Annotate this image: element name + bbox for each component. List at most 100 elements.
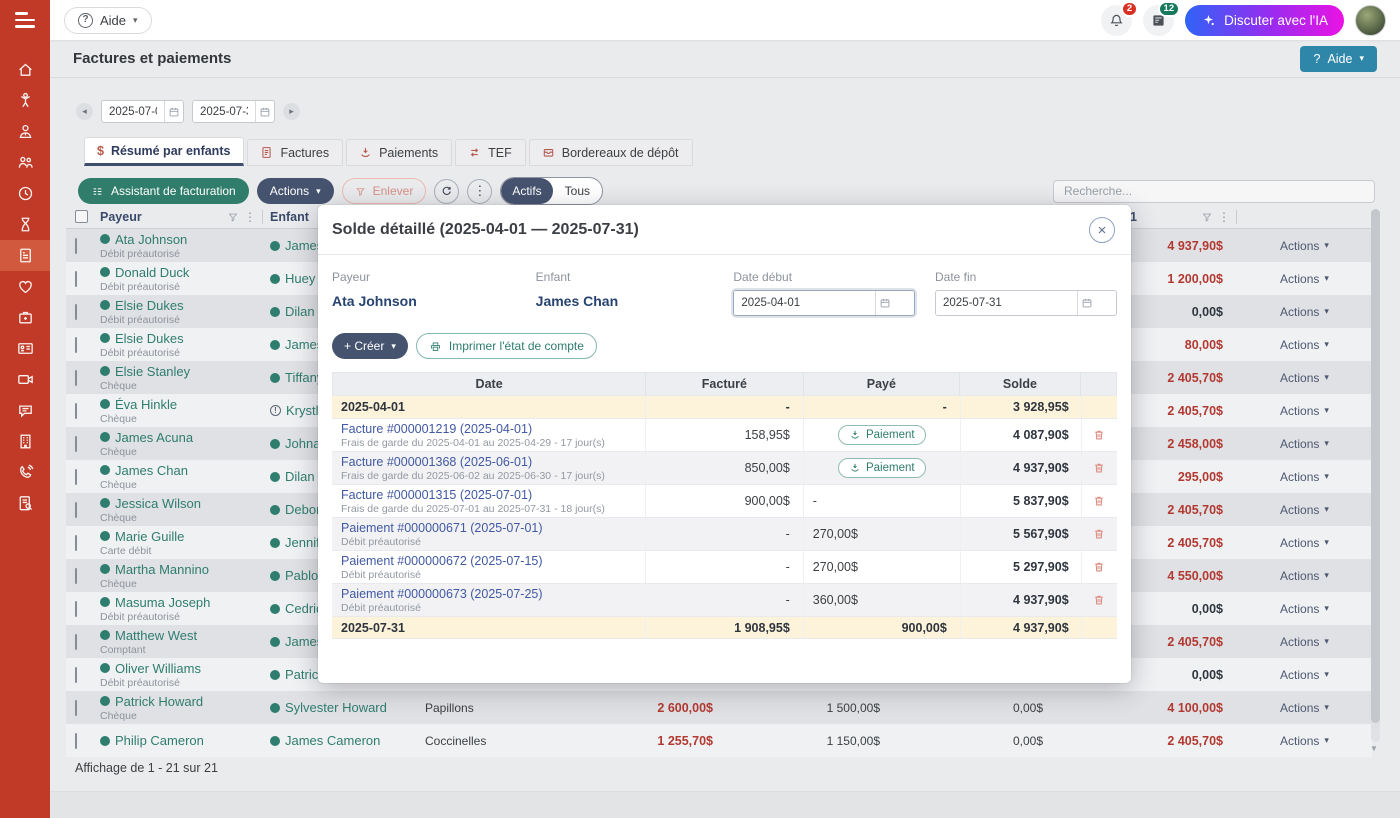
row-checkbox[interactable] [75,634,77,650]
next-period-button[interactable]: ▸ [283,103,300,120]
row-actions-button[interactable]: Actions ▾ [1237,569,1372,583]
delete-entry-button[interactable] [1082,419,1117,451]
payer-name[interactable]: Patrick Howard [115,694,203,709]
sidebar-item-waiting-list[interactable] [0,209,50,240]
delete-entry-button[interactable] [1082,518,1117,550]
row-checkbox[interactable] [75,436,77,452]
payment-button[interactable]: Paiement [838,458,926,478]
row-checkbox[interactable] [75,733,77,749]
payer-name[interactable]: Masuma Joseph [115,595,210,610]
entry-link[interactable]: Paiement #000000671 (2025-07-01) [341,521,645,535]
remove-filter-button[interactable]: Enlever [342,178,427,204]
payer-name[interactable]: Philip Cameron [115,733,204,748]
row-checkbox[interactable] [75,667,77,683]
row-checkbox[interactable] [75,568,77,584]
updates-button[interactable]: 12 [1143,5,1174,36]
more-options-button[interactable]: ⋮ [467,179,492,204]
col-payer-label[interactable]: Payeur [100,210,142,224]
modal-end-date-input[interactable] [936,291,1077,315]
notifications-button[interactable]: 2 [1101,5,1132,36]
sidebar-item-registrations[interactable] [0,333,50,364]
sidebar-item-educators[interactable] [0,116,50,147]
payer-name[interactable]: James Acuna [115,430,193,445]
billing-assistant-button[interactable]: Assistant de facturation [78,178,249,204]
row-checkbox[interactable] [75,271,77,287]
row-actions-button[interactable]: Actions ▾ [1237,437,1372,451]
tab-r-sum-par-enfants[interactable]: $Résumé par enfants [84,137,244,166]
search-input[interactable] [1053,180,1375,203]
start-date-input[interactable] [102,101,164,122]
row-checkbox[interactable] [75,304,77,320]
row-actions-button[interactable]: Actions ▾ [1237,404,1372,418]
scrollbar-down-arrow[interactable]: ▼ [1370,744,1378,753]
close-button[interactable]: × [1089,217,1115,243]
child-name[interactable]: James Cameron [285,733,380,748]
payer-name[interactable]: Jessica Wilson [115,496,201,511]
payer-name[interactable]: Elsie Dukes [115,331,184,346]
entry-link[interactable]: Paiement #000000673 (2025-07-25) [341,587,645,601]
entry-link[interactable]: Paiement #000000672 (2025-07-15) [341,554,645,568]
payer-name[interactable]: Marie Guille [115,529,184,544]
sidebar-item-groups[interactable] [0,147,50,178]
col-child-label[interactable]: Enfant [270,210,309,224]
help-menu-button[interactable]: ? Aide ▾ [64,7,152,34]
sidebar-item-first-aid[interactable] [0,302,50,333]
row-actions-button[interactable]: Actions ▾ [1237,239,1372,253]
calendar-icon[interactable] [164,101,183,122]
tab-bordereaux-de-d-p-t[interactable]: Bordereaux de dépôt [529,139,693,166]
row-actions-button[interactable]: Actions ▾ [1237,536,1372,550]
row-actions-button[interactable]: Actions ▾ [1237,338,1372,352]
sidebar-item-cameras[interactable] [0,364,50,395]
page-help-button[interactable]: ? Aide ▾ [1300,46,1377,72]
delete-entry-button[interactable] [1082,551,1117,583]
payer-name[interactable]: Elsie Dukes [115,298,184,313]
entry-link[interactable]: Facture #000001315 (2025-07-01) [341,488,645,502]
row-checkbox[interactable] [75,403,77,419]
sidebar-item-reports[interactable] [0,488,50,519]
row-checkbox[interactable] [75,469,77,485]
refresh-button[interactable] [434,179,459,204]
row-checkbox[interactable] [75,370,77,386]
filter-active-option[interactable]: Actifs [501,178,552,204]
entry-link[interactable]: Facture #000001368 (2025-06-01) [341,455,645,469]
entry-link[interactable]: Facture #000001219 (2025-04-01) [341,422,645,436]
row-actions-button[interactable]: Actions ▾ [1237,668,1372,682]
payer-name[interactable]: Matthew West [115,628,197,643]
create-button[interactable]: + Créer▾ [332,333,408,359]
actions-dropdown-button[interactable]: Actions▾ [257,178,334,204]
row-actions-button[interactable]: Actions ▾ [1237,272,1372,286]
menu-icon[interactable] [15,12,35,32]
payer-name[interactable]: Éva Hinkle [115,397,177,412]
payer-name[interactable]: James Chan [115,463,188,478]
ai-chat-button[interactable]: Discuter avec l'IA [1185,5,1344,36]
delete-entry-button[interactable] [1082,452,1117,484]
sidebar-item-messages[interactable] [0,395,50,426]
row-actions-button[interactable]: Actions ▾ [1237,503,1372,517]
sidebar-item-schedule[interactable] [0,178,50,209]
row-actions-button[interactable]: Actions ▾ [1237,371,1372,385]
delete-entry-button[interactable] [1082,485,1117,517]
select-all-checkbox[interactable] [75,210,88,223]
row-actions-button[interactable]: Actions ▾ [1237,635,1372,649]
sidebar-item-facility[interactable] [0,426,50,457]
sidebar-item-health[interactable] [0,271,50,302]
row-checkbox[interactable] [75,535,77,551]
calendar-icon[interactable] [255,101,274,122]
row-actions-button[interactable]: Actions ▾ [1237,701,1372,715]
sidebar-item-billing[interactable] [0,240,50,271]
child-link[interactable]: James Chan [536,293,734,309]
calendar-icon[interactable] [875,291,894,315]
scrollbar-thumb[interactable] [1371,209,1380,723]
filter-all-option[interactable]: Tous [553,178,602,204]
tab-tef[interactable]: TEF [455,139,526,166]
sidebar-item-children[interactable] [0,85,50,116]
print-statement-button[interactable]: Imprimer l'état de compte [416,333,597,359]
sidebar-item-calls[interactable] [0,457,50,488]
payer-name[interactable]: Donald Duck [115,265,189,280]
payer-name[interactable]: Elsie Stanley [115,364,190,379]
sidebar-item-home[interactable] [0,54,50,85]
payer-name[interactable]: Martha Mannino [115,562,209,577]
tab-factures[interactable]: Factures [247,139,343,166]
previous-period-button[interactable]: ◂ [76,103,93,120]
tab-paiements[interactable]: Paiements [346,139,452,166]
